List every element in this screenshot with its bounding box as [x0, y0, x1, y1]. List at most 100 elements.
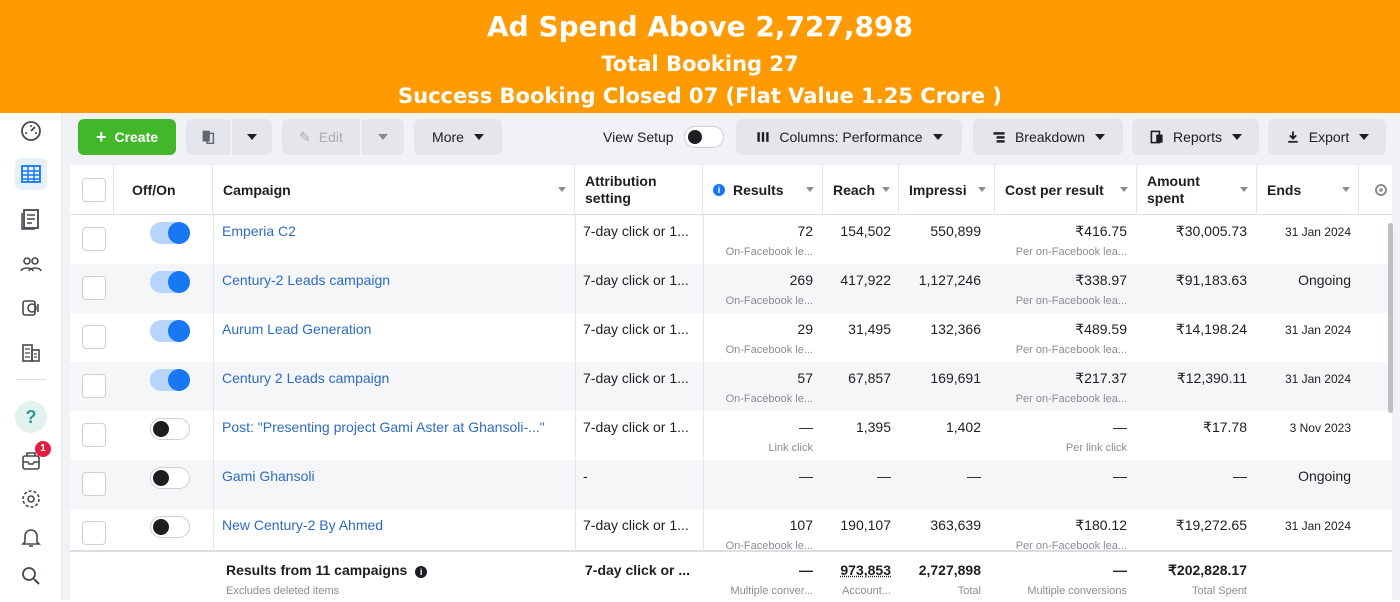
- more-button[interactable]: More: [414, 119, 502, 155]
- header-results[interactable]: i Results: [703, 165, 823, 215]
- results-value: 107: [790, 517, 813, 533]
- info-icon[interactable]: i: [713, 184, 725, 196]
- impressions-value: 169,691: [930, 370, 981, 386]
- info-icon[interactable]: i: [415, 566, 427, 578]
- pencil-icon: ✎: [299, 129, 311, 146]
- ends-value: Ongoing: [1298, 468, 1351, 484]
- chevron-down-icon: [1232, 134, 1242, 140]
- dashboard-gauge-icon[interactable]: [15, 115, 47, 147]
- rail-divider: [16, 379, 46, 380]
- pages-icon[interactable]: [15, 203, 47, 235]
- campaign-status-toggle[interactable]: [150, 467, 190, 489]
- edit-dropdown-button[interactable]: [362, 119, 404, 155]
- campaign-name-link[interactable]: Century 2 Leads campaign: [222, 370, 389, 386]
- amount-cell: —: [1137, 460, 1257, 509]
- ends-cell: 31 Jan 2024: [1257, 215, 1357, 264]
- campaign-name-link[interactable]: Century-2 Leads campaign: [222, 272, 390, 288]
- results-cell: 72 On-Facebook le...: [703, 215, 823, 264]
- campaign-status-toggle[interactable]: [150, 222, 190, 244]
- impressions-value: 550,899: [930, 223, 981, 239]
- table-row[interactable]: Gami Ghansoli - — — — — — Ongoing: [70, 460, 1392, 509]
- edit-button[interactable]: ✎ Edit: [282, 119, 360, 155]
- campaign-status-toggle[interactable]: [150, 418, 190, 440]
- impressions-value: 132,366: [930, 321, 981, 337]
- table-row[interactable]: Emperia C2 7-day click or 1... 72 On-Facebo…: [70, 215, 1392, 264]
- summary-results: —: [799, 562, 813, 578]
- results-cell: — Link click: [703, 411, 823, 460]
- table-row[interactable]: Century 2 Leads campaign 7-day click or 1…: [70, 362, 1392, 411]
- amount-cell: ₹17.78: [1137, 411, 1257, 460]
- header-amount-spent[interactable]: Amount spent: [1137, 165, 1257, 215]
- search-icon[interactable]: [15, 560, 47, 592]
- alerts-bell-icon[interactable]: [15, 521, 47, 553]
- help-icon[interactable]: ?: [15, 401, 47, 433]
- reach-value: 417,922: [840, 272, 891, 288]
- column-settings-gear-icon[interactable]: [1373, 182, 1389, 198]
- view-setup-control[interactable]: View Setup: [603, 119, 724, 155]
- impressions-cell: 169,691: [899, 362, 995, 411]
- toolbar: + Create ✎ Edit More View Setup Columns:…: [62, 113, 1400, 163]
- table-scrollbar[interactable]: [1388, 223, 1393, 413]
- header-campaign[interactable]: Campaign: [213, 165, 575, 215]
- select-all-checkbox[interactable]: [82, 178, 106, 202]
- campaigns-table-icon[interactable]: [15, 158, 47, 190]
- attribution-cell: 7-day click or 1...: [575, 411, 703, 460]
- chevron-down-icon: [1095, 134, 1105, 140]
- header-cost-per-result[interactable]: Cost per result: [995, 165, 1137, 215]
- table-row[interactable]: Century-2 Leads campaign 7-day click or 1…: [70, 264, 1392, 313]
- create-button[interactable]: + Create: [78, 119, 176, 155]
- campaign-name-link[interactable]: Post: "Presenting project Gami Aster at …: [222, 419, 545, 435]
- campaign-status-toggle[interactable]: [150, 516, 190, 538]
- cost-value: ₹217.37: [1075, 370, 1127, 387]
- row-checkbox[interactable]: [82, 472, 106, 496]
- export-button[interactable]: Export: [1268, 119, 1386, 155]
- header-offon[interactable]: Off/On: [114, 165, 213, 215]
- header-impressions[interactable]: Impressi: [899, 165, 995, 215]
- attribution-cell: -: [575, 460, 703, 509]
- row-checkbox[interactable]: [82, 423, 106, 447]
- attribution-value: 7-day click or 1...: [583, 321, 689, 337]
- cost-subtext: Per on-Facebook lea...: [1016, 246, 1127, 258]
- billing-icon[interactable]: [15, 292, 47, 324]
- catalog-icon[interactable]: [15, 337, 47, 369]
- banner-headline: Ad Spend Above 2,727,898: [0, 10, 1400, 44]
- duplicate-button[interactable]: [186, 119, 230, 155]
- settings-gear-icon[interactable]: [15, 483, 47, 515]
- campaign-status-toggle[interactable]: [150, 320, 190, 342]
- notifications-inbox-icon[interactable]: 1: [15, 445, 47, 477]
- campaign-name-link[interactable]: Aurum Lead Generation: [222, 321, 371, 337]
- sort-caret-icon: [1120, 187, 1128, 192]
- results-value: —: [799, 419, 813, 435]
- chevron-down-icon: [933, 134, 943, 140]
- amount-value: ₹19,272.65: [1176, 517, 1247, 534]
- ends-value: 31 Jan 2024: [1285, 323, 1351, 337]
- left-navigation-rail: ? 1: [0, 113, 62, 600]
- header-ends[interactable]: Ends: [1257, 165, 1359, 215]
- table-row[interactable]: Post: "Presenting project Gami Aster at …: [70, 411, 1392, 460]
- campaign-name-link[interactable]: Gami Ghansoli: [222, 468, 315, 484]
- header-attribution[interactable]: Attribution setting: [575, 165, 703, 215]
- row-checkbox[interactable]: [82, 325, 106, 349]
- table-row[interactable]: Aurum Lead Generation 7-day click or 1...…: [70, 313, 1392, 362]
- header-results-label: Results: [733, 182, 784, 198]
- reports-button[interactable]: Reports: [1132, 119, 1259, 155]
- row-checkbox[interactable]: [82, 374, 106, 398]
- campaigns-table: Off/On Campaign Attribution setting i Resu…: [70, 165, 1392, 600]
- table-summary-row: Results from 11 campaigns i Excludes del…: [70, 550, 1392, 600]
- summary-reach: 973,853: [840, 562, 891, 578]
- campaign-name-link[interactable]: New Century-2 By Ahmed: [222, 517, 383, 533]
- cost-subtext: Per on-Facebook lea...: [1016, 344, 1127, 356]
- row-checkbox[interactable]: [82, 521, 106, 545]
- amount-value: ₹17.78: [1203, 419, 1247, 436]
- audiences-icon[interactable]: [15, 248, 47, 280]
- campaign-status-toggle[interactable]: [150, 271, 190, 293]
- campaign-status-toggle[interactable]: [150, 369, 190, 391]
- row-checkbox[interactable]: [82, 227, 106, 251]
- row-checkbox[interactable]: [82, 276, 106, 300]
- header-reach[interactable]: Reach: [823, 165, 899, 215]
- campaign-name-link[interactable]: Emperia C2: [222, 223, 296, 239]
- duplicate-dropdown-button[interactable]: [232, 119, 272, 155]
- breakdown-button[interactable]: Breakdown: [973, 119, 1123, 155]
- columns-button[interactable]: Columns: Performance: [736, 119, 962, 155]
- view-setup-toggle[interactable]: [684, 126, 724, 148]
